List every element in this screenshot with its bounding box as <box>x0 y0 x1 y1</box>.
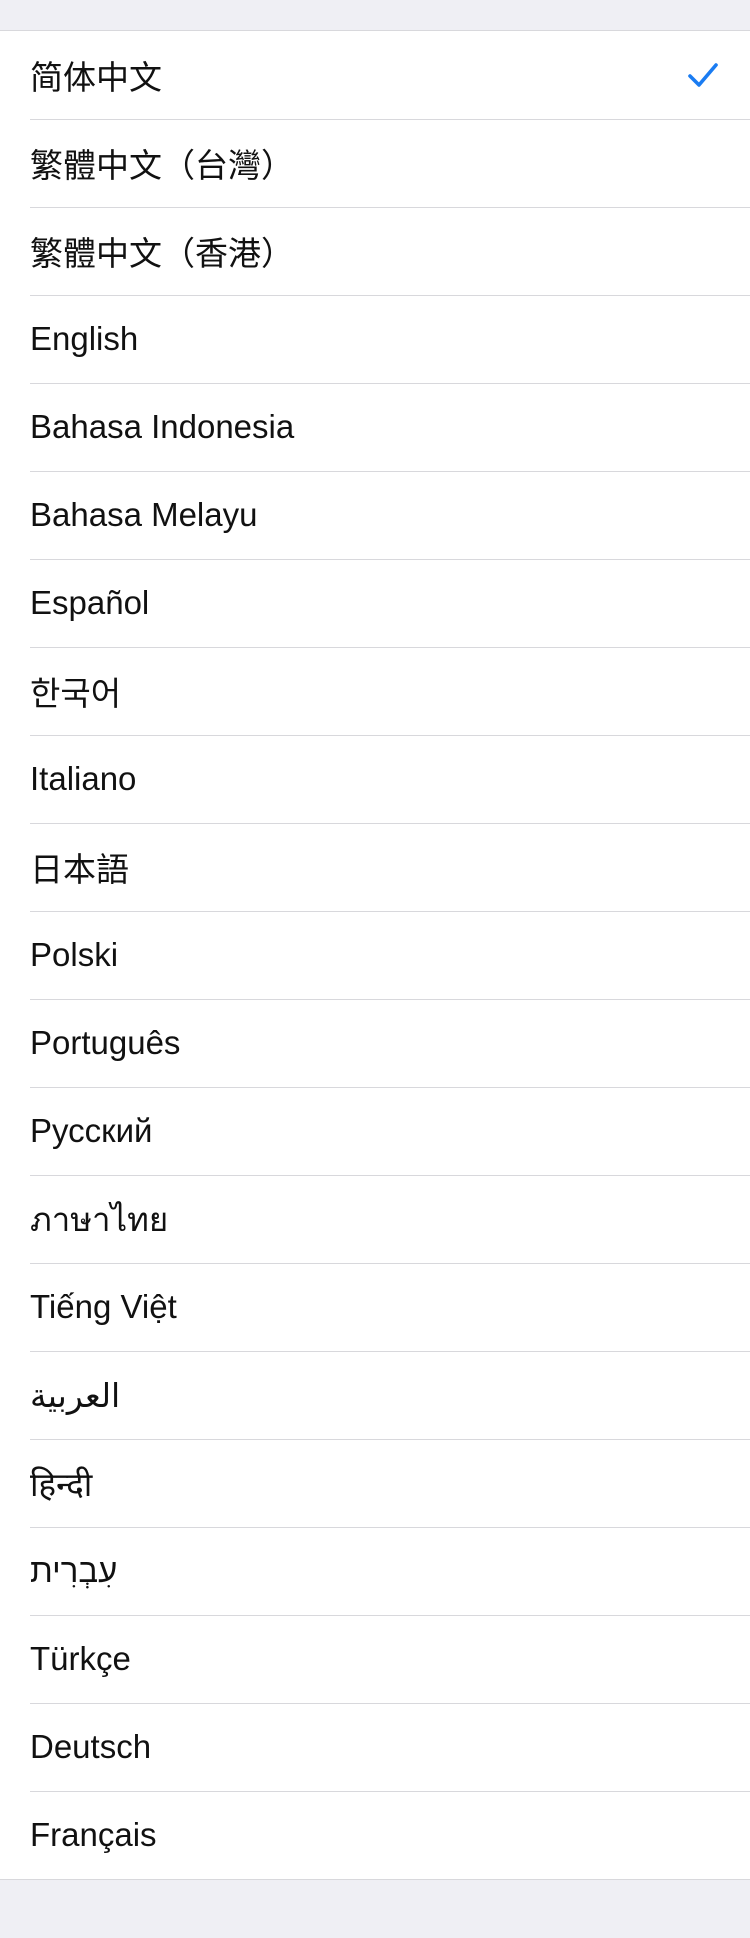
language-label: Deutsch <box>30 1728 152 1765</box>
language-list: 简体中文 繁體中文（台灣） 繁體中文（香港） English Bahasa In… <box>0 30 750 1880</box>
language-row-17[interactable]: עִבְרִית <box>0 1527 750 1615</box>
language-row-2[interactable]: 繁體中文（香港） <box>0 207 750 295</box>
language-row-15[interactable]: العربية <box>0 1351 750 1439</box>
language-row-13[interactable]: ภาษาไทย <box>0 1175 750 1263</box>
language-label: English <box>30 320 139 357</box>
language-row-6[interactable]: Español <box>0 559 750 647</box>
language-label: Türkçe <box>30 1640 131 1677</box>
language-label: ภาษาไทย <box>30 1200 169 1238</box>
language-label: Français <box>30 1816 157 1853</box>
language-label: 简体中文 <box>30 59 162 96</box>
language-row-14[interactable]: Tiếng Việt <box>0 1263 750 1351</box>
language-label: Português <box>30 1024 181 1061</box>
checkmark-icon <box>688 63 718 87</box>
language-row-9[interactable]: 日本語 <box>0 823 750 911</box>
language-row-19[interactable]: Deutsch <box>0 1703 750 1791</box>
language-label: עִבְרִית <box>30 1552 118 1589</box>
language-settings-page: 简体中文 繁體中文（台灣） 繁體中文（香港） English Bahasa In… <box>0 0 750 1938</box>
language-label: 日本語 <box>30 851 129 888</box>
language-row-18[interactable]: Türkçe <box>0 1615 750 1703</box>
language-label: 繁體中文（台灣） <box>30 147 294 184</box>
language-row-4[interactable]: Bahasa Indonesia <box>0 383 750 471</box>
language-label: 한국어 <box>30 675 122 712</box>
language-row-7[interactable]: 한국어 <box>0 647 750 735</box>
language-label: 繁體中文（香港） <box>30 235 294 272</box>
language-row-0[interactable]: 简体中文 <box>0 31 750 119</box>
language-row-3[interactable]: English <box>0 295 750 383</box>
language-row-16[interactable]: हिन्दी <box>0 1439 750 1527</box>
language-row-5[interactable]: Bahasa Melayu <box>0 471 750 559</box>
language-row-10[interactable]: Polski <box>0 911 750 999</box>
language-label: Bahasa Indonesia <box>30 408 295 445</box>
language-label: Bahasa Melayu <box>30 496 258 533</box>
language-row-20[interactable]: Français <box>0 1791 750 1879</box>
language-label: Español <box>30 584 150 621</box>
language-label: Italiano <box>30 760 137 797</box>
language-row-12[interactable]: Русский <box>0 1087 750 1175</box>
language-label: हिन्दी <box>30 1465 93 1503</box>
language-row-8[interactable]: Italiano <box>0 735 750 823</box>
language-label: العربية <box>30 1376 121 1414</box>
language-label: Tiếng Việt <box>30 1288 177 1325</box>
language-label: Русский <box>30 1112 153 1149</box>
language-row-11[interactable]: Português <box>0 999 750 1087</box>
language-row-1[interactable]: 繁體中文（台灣） <box>0 119 750 207</box>
language-label: Polski <box>30 936 119 973</box>
